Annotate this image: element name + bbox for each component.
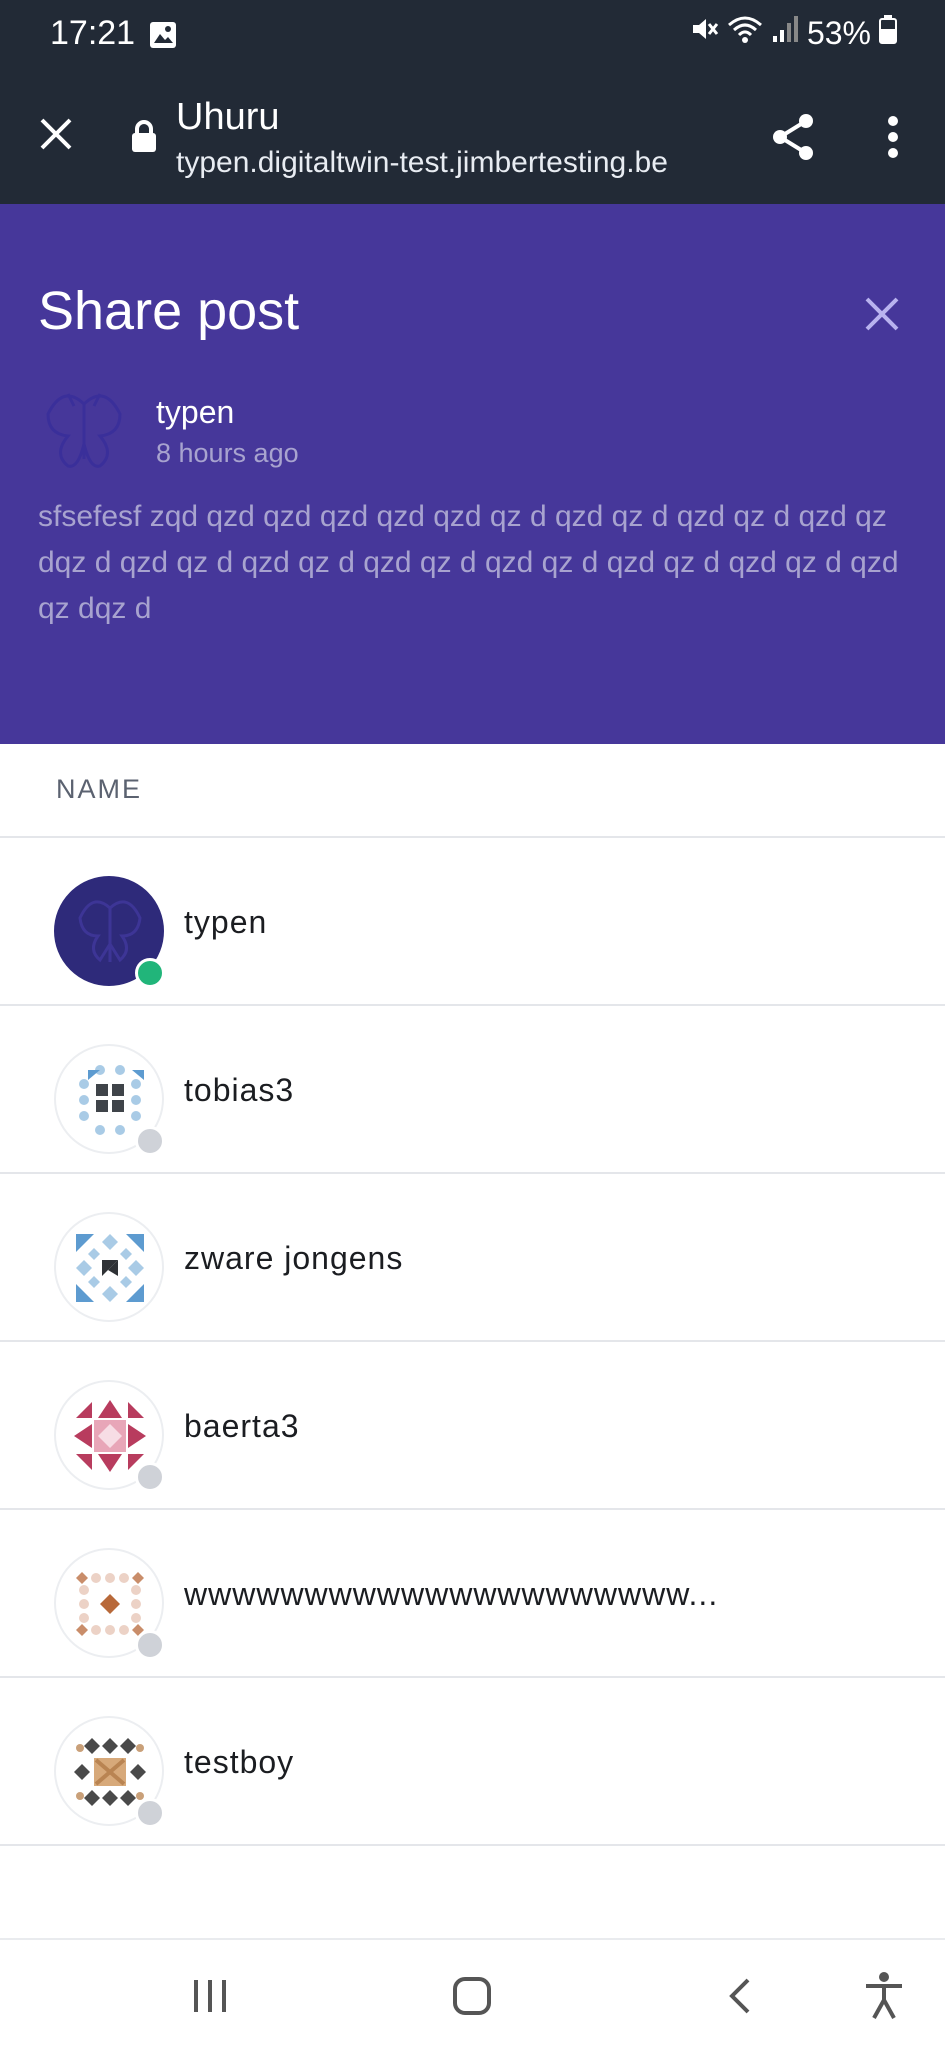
post-author-name: typen bbox=[156, 394, 235, 430]
signal-icon bbox=[771, 14, 799, 52]
contact-row[interactable]: baerta3 bbox=[0, 1342, 945, 1510]
presence-online-indicator bbox=[135, 958, 165, 988]
close-icon[interactable] bbox=[36, 114, 76, 154]
status-bar: 17:21 53% bbox=[0, 0, 945, 74]
contact-row[interactable]: wwwwwwwwwwwwwwwwwwwww... bbox=[0, 1510, 945, 1678]
share-post-title: Share post bbox=[38, 281, 300, 341]
more-vert-icon[interactable] bbox=[878, 112, 908, 167]
contact-row[interactable]: tobias3 bbox=[0, 1006, 945, 1174]
share-post-panel: Share post typen 8 hours ago sfsefesf zq… bbox=[0, 204, 945, 744]
presence-offline-indicator bbox=[135, 1630, 165, 1660]
browser-toolbar: Uhuru typen.digitaltwin-test.jimbertesti… bbox=[0, 74, 945, 204]
contact-name: tobias3 bbox=[184, 1072, 295, 1108]
contact-name: zware jongens bbox=[184, 1240, 404, 1276]
lock-icon bbox=[130, 119, 158, 158]
contact-name: wwwwwwwwwwwwwwwwwwwww... bbox=[184, 1576, 719, 1612]
accessibility-icon[interactable] bbox=[862, 1970, 906, 2025]
contact-row[interactable]: testboy bbox=[0, 1678, 945, 1846]
close-icon[interactable] bbox=[862, 294, 902, 339]
wifi-icon bbox=[727, 14, 763, 52]
site-url[interactable]: typen.digitaltwin-test.jimbertesting.be bbox=[176, 146, 668, 180]
status-time: 17:21 bbox=[50, 14, 136, 52]
presence-offline-indicator bbox=[135, 1462, 165, 1492]
home-icon[interactable] bbox=[452, 1976, 492, 2021]
contact-name: testboy bbox=[184, 1744, 295, 1780]
column-header-name: NAME bbox=[56, 774, 143, 804]
share-icon[interactable] bbox=[770, 112, 816, 167]
gallery-icon bbox=[148, 20, 178, 55]
battery-icon bbox=[879, 14, 897, 52]
site-title: Uhuru bbox=[176, 96, 280, 138]
battery-label: 53% bbox=[806, 14, 871, 51]
presence-offline-indicator bbox=[135, 1126, 165, 1156]
mute-icon bbox=[689, 14, 719, 52]
contact-name: typen bbox=[184, 904, 268, 940]
post-text: sfsefesf zqd qzd qzd qzd qzd qzd qz d qz… bbox=[38, 500, 899, 625]
post-timestamp: 8 hours ago bbox=[156, 438, 299, 468]
avatar bbox=[54, 1212, 164, 1322]
recent-apps-icon[interactable] bbox=[190, 1978, 230, 2019]
contact-row[interactable]: zware jongens bbox=[0, 1174, 945, 1342]
system-navigation-bar bbox=[0, 1938, 945, 2050]
back-icon[interactable] bbox=[724, 1976, 754, 2021]
status-indicators: 53% bbox=[689, 14, 897, 52]
contacts-list-header: NAME bbox=[0, 744, 945, 838]
contact-name: baerta3 bbox=[184, 1408, 300, 1444]
presence-offline-indicator bbox=[135, 1798, 165, 1828]
contact-row[interactable]: typen bbox=[0, 838, 945, 1006]
post-author-avatar bbox=[38, 384, 130, 476]
